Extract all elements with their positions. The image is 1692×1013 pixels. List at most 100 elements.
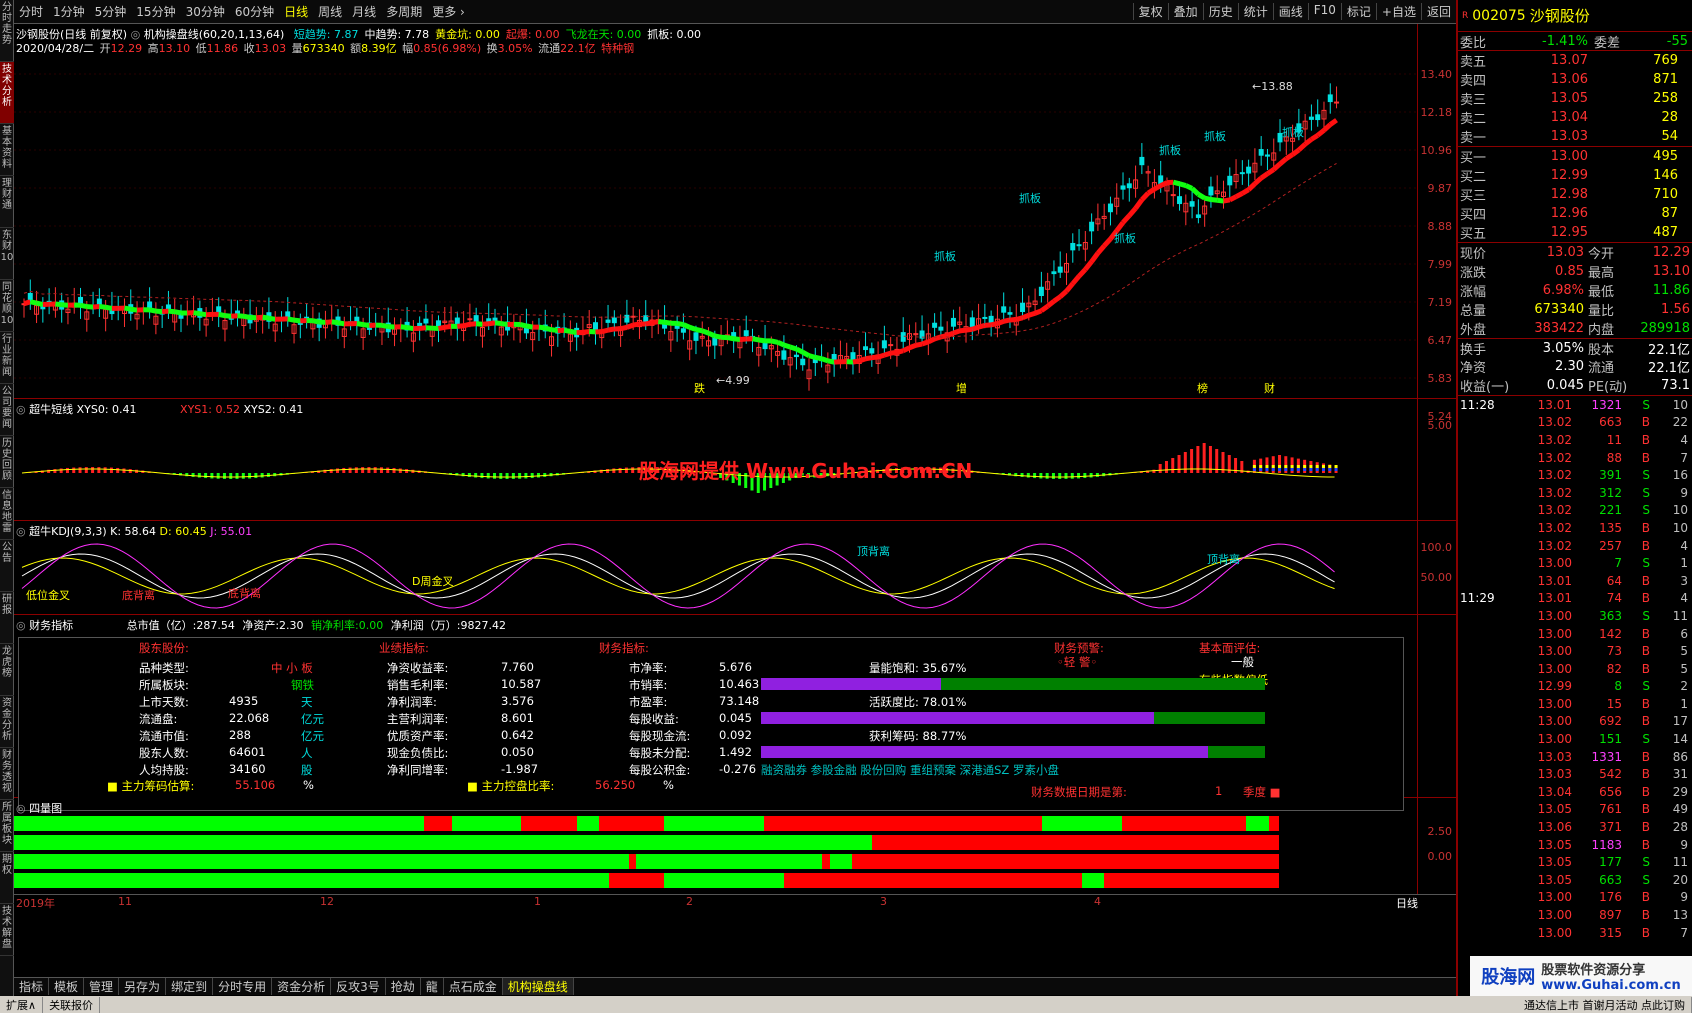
period-button[interactable]: 60分钟 bbox=[230, 3, 279, 20]
period-button[interactable]: 月线 bbox=[347, 3, 381, 20]
finance-cell: -0.276 bbox=[719, 762, 757, 776]
finance-cell: 56.250 bbox=[595, 778, 636, 792]
finance-cell: 钢铁 bbox=[291, 678, 314, 692]
indicator-tab[interactable]: 抢劫 bbox=[386, 978, 421, 995]
status-item[interactable]: 扩展∧ bbox=[0, 996, 44, 1013]
finance-cell: % bbox=[303, 778, 314, 792]
progress-fill bbox=[761, 678, 941, 690]
price-tick: 7.19 bbox=[1427, 296, 1453, 309]
tick-row: 13.00 176 B 9 bbox=[1537, 890, 1688, 905]
finance-cell: 财务指标: bbox=[599, 641, 649, 655]
kdj-axis: 100.0 50.00 bbox=[1417, 521, 1456, 614]
sidebar-tab[interactable]: 技术解盘 bbox=[0, 904, 14, 956]
tool-button[interactable]: F10 bbox=[1307, 3, 1341, 20]
period-button[interactable]: 日线 bbox=[279, 3, 313, 20]
finance-cell: 10.463 bbox=[719, 677, 760, 691]
tool-button[interactable]: 历史 bbox=[1202, 3, 1238, 20]
sidebar-tab[interactable]: 信息地雷 bbox=[0, 488, 14, 540]
indicator-tab[interactable]: 指标 bbox=[14, 978, 50, 995]
indicator-tab[interactable]: 分时专用 bbox=[213, 978, 273, 995]
tick-row: 13.02 663 B 22 bbox=[1537, 415, 1688, 430]
stat-row: 收益(一) 0.045 PE(动) 73.1 bbox=[1460, 378, 1690, 395]
sidebar-tab[interactable]: 理财通 bbox=[0, 176, 14, 228]
finance-cell: 所属板块: bbox=[139, 678, 189, 692]
short-line-pane[interactable]: ◎ 超牛短线 XYS0: 0.41 XYS1: 0.52 XYS2: 0.41 … bbox=[14, 399, 1456, 521]
period-button[interactable]: 周线 bbox=[313, 3, 347, 20]
book-row: 卖一 13.03 54 bbox=[1460, 129, 1678, 146]
indicator-tab[interactable]: 资金分析 bbox=[272, 978, 332, 995]
period-button[interactable]: 1分钟 bbox=[48, 3, 90, 20]
stock-name: 沙钢股份 bbox=[1529, 7, 1590, 25]
sidebar-tab[interactable]: 东财10 bbox=[0, 228, 14, 280]
kdj-label: 顶背离 bbox=[857, 545, 890, 558]
sidebar-tab[interactable]: 财务透视 bbox=[0, 748, 14, 800]
sidebar-tab[interactable]: 技术分析 bbox=[0, 62, 14, 124]
indicator-tab[interactable]: 机构操盘线 bbox=[502, 978, 574, 995]
tool-button[interactable]: +自选 bbox=[1375, 3, 1421, 20]
sidebar-tab[interactable]: 基本资料 bbox=[0, 124, 14, 176]
indicator-tab[interactable]: 绑定到 bbox=[166, 978, 214, 995]
tool-button[interactable]: 返回 bbox=[1420, 3, 1456, 20]
indicator-tab[interactable]: 管理 bbox=[84, 978, 120, 995]
finance-cell: 0.045 bbox=[719, 711, 752, 725]
quadrant-axis: 2.50 0.00 bbox=[1417, 798, 1456, 894]
period-button[interactable]: 5分钟 bbox=[90, 3, 132, 20]
tool-button[interactable]: 标记 bbox=[1340, 3, 1376, 20]
finance-cell: 288 bbox=[229, 728, 251, 742]
period-button[interactable]: 多周期 bbox=[381, 3, 427, 20]
finance-cell: 销售毛利率: bbox=[387, 678, 449, 692]
period-button[interactable]: 15分钟 bbox=[131, 3, 180, 20]
tick-row: 13.00 142 B 6 bbox=[1537, 626, 1688, 641]
sidebar-tab[interactable]: 公告 bbox=[0, 540, 14, 592]
kline-chart[interactable]: ←13.88←4.99抓板抓板抓板抓板抓板 抓板跌增榜财 bbox=[14, 24, 1417, 399]
sidebar-tab[interactable]: 龙虎榜 bbox=[0, 644, 14, 696]
indicator-tab[interactable]: 模板 bbox=[49, 978, 85, 995]
finance-cell: 主营利润率: bbox=[387, 712, 449, 726]
sidebar-tab[interactable]: 公司要闻 bbox=[0, 384, 14, 436]
period-button[interactable]: 分时 bbox=[14, 3, 48, 20]
kdj-pane[interactable]: ◎ 超牛KDJ(9,3,3) K: 58.64 D: 60.45 J: 55.0… bbox=[14, 521, 1456, 615]
finance-cell: 每股未分配: bbox=[629, 746, 691, 760]
period-button[interactable]: 30分钟 bbox=[181, 3, 230, 20]
date-tick: 12 bbox=[320, 895, 334, 908]
sidebar-tab[interactable]: 所属板块 bbox=[0, 800, 14, 852]
guhai-watermark: 股海网 股票软件资源分享 www.Guhai.com.cn bbox=[1470, 956, 1692, 996]
svg-text:增: 增 bbox=[956, 381, 967, 395]
tick-row: 13.00 897 B 13 bbox=[1537, 908, 1688, 923]
tool-button[interactable]: 复权 bbox=[1132, 3, 1168, 20]
quadrant-pane: ◎ 四量图 2.50 0.00 bbox=[14, 798, 1456, 895]
tool-button[interactable]: 统计 bbox=[1237, 3, 1273, 20]
sidebar-tab[interactable]: 同花顺10 bbox=[0, 280, 14, 332]
book-row: 卖四 13.06 871 bbox=[1460, 72, 1678, 89]
status-item[interactable]: 通达信上市 首谢月活动 点此订购 bbox=[1518, 996, 1692, 1013]
sidebar-tab[interactable]: 研报 bbox=[0, 592, 14, 644]
tick-row: 13.05 761 B 49 bbox=[1537, 802, 1688, 817]
stat-row: 换手 3.05% 股本 22.1亿 bbox=[1458, 338, 1692, 358]
weibi-row: 委比 -1.41% 委差 -55 bbox=[1458, 32, 1692, 51]
stat-row: 涨幅 6.98% 最低 11.86 bbox=[1460, 283, 1690, 300]
finance-cell: 品种类型: bbox=[139, 661, 189, 675]
indicator-tab[interactable]: 另存为 bbox=[119, 978, 167, 995]
stat-row: 外盘 383422 内盘 289918 bbox=[1460, 321, 1690, 338]
indicator-tab[interactable]: 点石成金 bbox=[444, 978, 503, 995]
kdj-label: 顶背离 bbox=[1207, 553, 1240, 566]
sidebar-tab[interactable]: 行业新闻 bbox=[0, 332, 14, 384]
sidebar-tab[interactable]: 历史回顾 bbox=[0, 436, 14, 488]
tool-button[interactable]: 画线 bbox=[1272, 3, 1308, 20]
finance-cell: 64601 bbox=[229, 745, 266, 759]
svg-text:财: 财 bbox=[1264, 381, 1275, 395]
sidebar-tab[interactable]: 资金分析 bbox=[0, 696, 14, 748]
book-row: 买四 12.96 87 bbox=[1460, 206, 1678, 223]
sidebar-tab[interactable]: 分时走势 bbox=[0, 0, 14, 62]
tool-button[interactable]: 叠加 bbox=[1167, 3, 1203, 20]
indicator-tab[interactable]: 龍 bbox=[421, 978, 444, 995]
indicator-tab[interactable]: 反攻3号 bbox=[331, 978, 386, 995]
signal-label: 抓板 bbox=[1159, 143, 1181, 157]
signal-label: 抓板 bbox=[1282, 125, 1304, 139]
period-button[interactable]: 更多 › bbox=[427, 3, 470, 20]
sidebar-tab[interactable]: 期权 bbox=[0, 852, 14, 904]
finance-cell: 3.576 bbox=[501, 694, 534, 708]
book-row: 买一 13.00 495 bbox=[1460, 149, 1678, 166]
main-kline-pane[interactable]: 沙钢股份(日线 前复权) ◎ 机构操盘线(60,20,1,13,64) 短趋势:… bbox=[14, 24, 1456, 423]
status-item[interactable]: 关联报价 bbox=[43, 996, 101, 1013]
